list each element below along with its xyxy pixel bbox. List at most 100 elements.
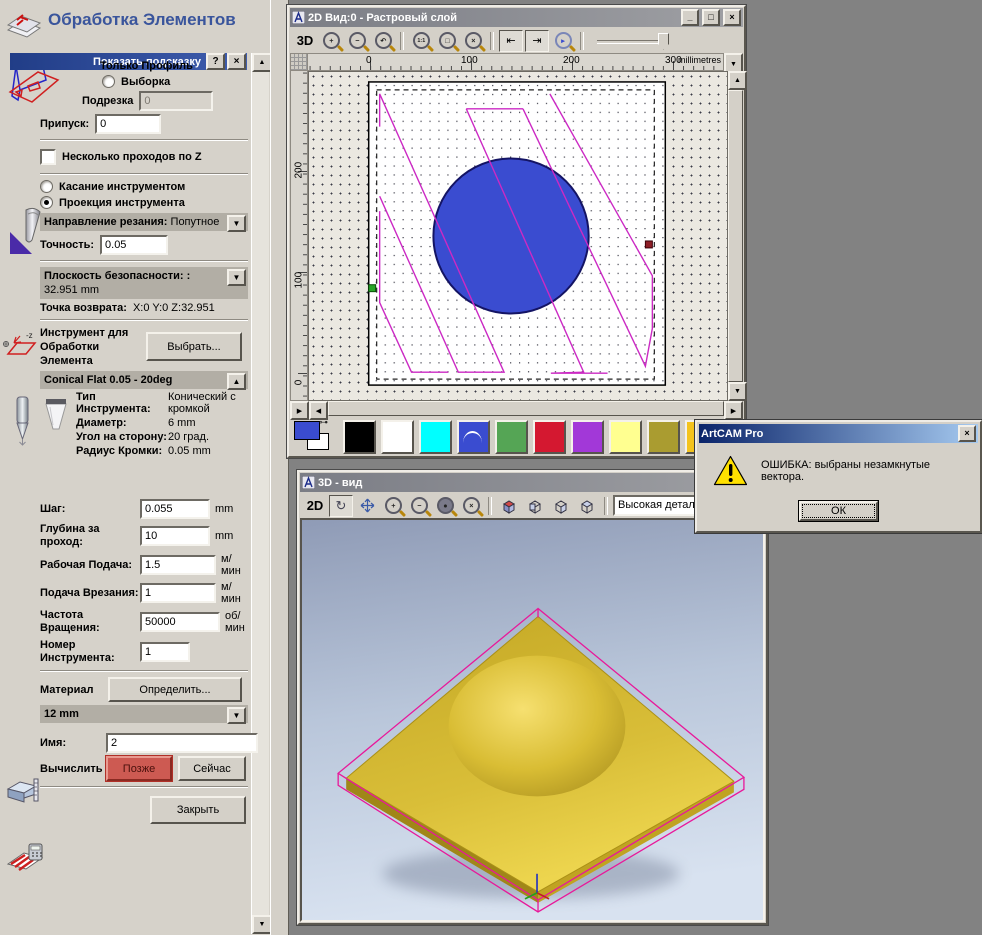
switch-to-3d-button[interactable]: 3D <box>293 30 317 52</box>
separator <box>40 173 248 175</box>
palette-swatch[interactable] <box>495 419 528 454</box>
tool-angle-row: Угол на сторону: 20 град. <box>76 431 248 443</box>
scroll-down-button[interactable]: ▼ <box>728 382 747 401</box>
zoom-previous-icon[interactable]: ● <box>433 495 457 517</box>
touch-radio[interactable] <box>40 180 53 193</box>
multipass-row[interactable]: Несколько проходов по Z <box>40 149 248 165</box>
multipass-checkbox[interactable] <box>40 149 56 165</box>
calculate-toolpath-icon <box>6 843 44 872</box>
maximize-button[interactable]: □ <box>702 9 720 26</box>
layer-transparency-slider[interactable] <box>597 32 669 50</box>
cut-direction-bar: Направление резания: Попутное ▼ <box>40 213 248 232</box>
canvas-3d[interactable] <box>300 518 765 922</box>
tool-info: Тип Инструмента: Конический с кромкой Ди… <box>40 391 248 495</box>
zoom-rectangle-icon[interactable]: □ <box>435 30 459 52</box>
feed-rate-input[interactable] <box>140 555 216 575</box>
stepover-input[interactable] <box>140 499 210 519</box>
zoom-fit-icon[interactable]: × <box>459 495 483 517</box>
trim-input[interactable] <box>139 91 214 111</box>
previous-layer-button[interactable]: ⇤ <box>499 29 523 52</box>
scroll-down-button[interactable]: ▼ <box>252 915 272 934</box>
pan-view-icon[interactable] <box>355 495 379 517</box>
tolerance-input[interactable] <box>100 235 169 255</box>
calculate-now-button[interactable]: Сейчас <box>178 756 246 781</box>
allowance-input[interactable] <box>95 114 162 134</box>
touch-radio-row[interactable]: Касание инструментом <box>40 180 248 193</box>
front-view-icon[interactable] <box>523 495 547 517</box>
zoom-previous-icon[interactable]: ↶ <box>371 30 395 52</box>
palette-swatch[interactable] <box>343 419 376 454</box>
scroll-up-button[interactable]: ▲ <box>252 53 272 72</box>
palette-swatch[interactable] <box>457 419 490 454</box>
error-dialog-titlebar[interactable]: ArtCAM Pro × <box>699 424 978 443</box>
palette-swatch[interactable] <box>571 419 604 454</box>
close-button[interactable]: × <box>723 9 741 26</box>
top-view-icon[interactable] <box>575 495 599 517</box>
rotate-view-button[interactable]: ↻ <box>329 494 353 517</box>
palette-swatch[interactable] <box>381 419 414 454</box>
zoom-1to1-icon[interactable]: 1:1 <box>409 30 433 52</box>
horizontal-scrollbar[interactable]: ▶ ◀ ▶ <box>290 401 743 420</box>
zoom-out-icon[interactable]: − <box>407 495 431 517</box>
tool-number-input[interactable] <box>140 642 190 662</box>
plunge-rate-label: Подача Врезания: <box>40 586 139 599</box>
zoom-out-icon[interactable]: − <box>345 30 369 52</box>
palette-swatch[interactable] <box>419 419 452 454</box>
selection-radio-row[interactable]: Выборка <box>102 75 248 88</box>
view-2d-titlebar[interactable]: 2D Вид:0 - Растровый слой _ □ × <box>290 8 743 27</box>
relief-render <box>302 520 763 920</box>
tool-collapse-button[interactable]: ▲ <box>227 373 246 390</box>
scrollbar-thumb[interactable] <box>328 401 724 416</box>
scroll-up-button[interactable]: ▲ <box>728 71 747 90</box>
stepdown-input[interactable] <box>140 526 210 546</box>
ok-button[interactable]: ОК <box>799 501 878 521</box>
panel-scrollbar[interactable]: ▲ ▼ <box>251 53 272 934</box>
close-panel-button[interactable]: Закрыть <box>150 796 246 824</box>
switch-to-2d-button[interactable]: 2D <box>303 495 327 517</box>
slider-thumb[interactable] <box>658 32 669 50</box>
projection-radio[interactable] <box>40 196 53 209</box>
selection-radio[interactable] <box>102 75 115 88</box>
spindle-speed-input[interactable] <box>140 612 220 632</box>
canvas-2d[interactable] <box>308 71 728 401</box>
ruler-units-label: millimetres <box>677 55 721 65</box>
safe-plane-dropdown-button[interactable]: ▼ <box>227 269 246 286</box>
material-dropdown-button[interactable]: ▼ <box>227 707 246 724</box>
palette-swatch[interactable] <box>533 419 566 454</box>
palette-swatch[interactable] <box>609 419 642 454</box>
next-layer-button[interactable]: ⇥ <box>525 29 549 52</box>
primary-color-box[interactable] <box>294 421 320 440</box>
vector-circle[interactable] <box>432 157 590 315</box>
profile-radio-row[interactable]: Только Профиль <box>40 56 248 72</box>
minimize-button[interactable]: _ <box>681 9 699 26</box>
tool-number-label: Номер Инструмента: <box>40 639 115 664</box>
tool-diameter-label: Диаметр: <box>76 417 127 429</box>
zoom-in-icon[interactable]: + <box>381 495 405 517</box>
isometric-view-icon[interactable] <box>497 495 521 517</box>
side-view-icon[interactable] <box>549 495 573 517</box>
material-setup-button[interactable]: Определить... <box>108 677 242 702</box>
view-2d-toolbar: 3D + − ↶ 1:1 □ × ⇤ ⇥ ▸ <box>290 28 743 53</box>
cut-direction-dropdown-button[interactable]: ▼ <box>227 215 246 232</box>
tool-name: Conical Flat 0.05 - 20deg <box>44 374 173 386</box>
zoom-in-icon[interactable]: + <box>319 30 343 52</box>
dialog-close-button[interactable]: × <box>958 425 976 442</box>
calculate-later-button[interactable]: Позже <box>105 755 173 782</box>
scrollbar-thumb[interactable] <box>728 90 743 382</box>
error-dialog-title: ArtCAM Pro <box>701 427 764 440</box>
select-tool-button[interactable]: Выбрать... <box>146 332 242 361</box>
name-input[interactable] <box>106 733 258 753</box>
projection-radio-row[interactable]: Проекция инструмента <box>40 196 248 209</box>
return-point-row: Точка возврата: X:0 Y:0 Z:32.951 <box>40 302 248 314</box>
primary-secondary-colors[interactable]: ⊶ <box>294 417 338 453</box>
linked-colors-icon: ⊶ <box>319 417 328 427</box>
plunge-rate-input[interactable] <box>140 583 216 603</box>
zoom-object-icon[interactable]: ▸ <box>551 30 575 52</box>
zoom-fit-icon[interactable]: × <box>461 30 485 52</box>
name-label: Имя: <box>40 737 67 749</box>
palette-swatch[interactable] <box>647 419 680 454</box>
ruler-origin-button[interactable] <box>290 53 308 71</box>
relief-dome <box>448 655 626 797</box>
vertical-scrollbar[interactable]: ▲ ▼ <box>728 71 747 401</box>
plunge-rate-row: Подача Врезания: м/мин <box>40 581 248 605</box>
